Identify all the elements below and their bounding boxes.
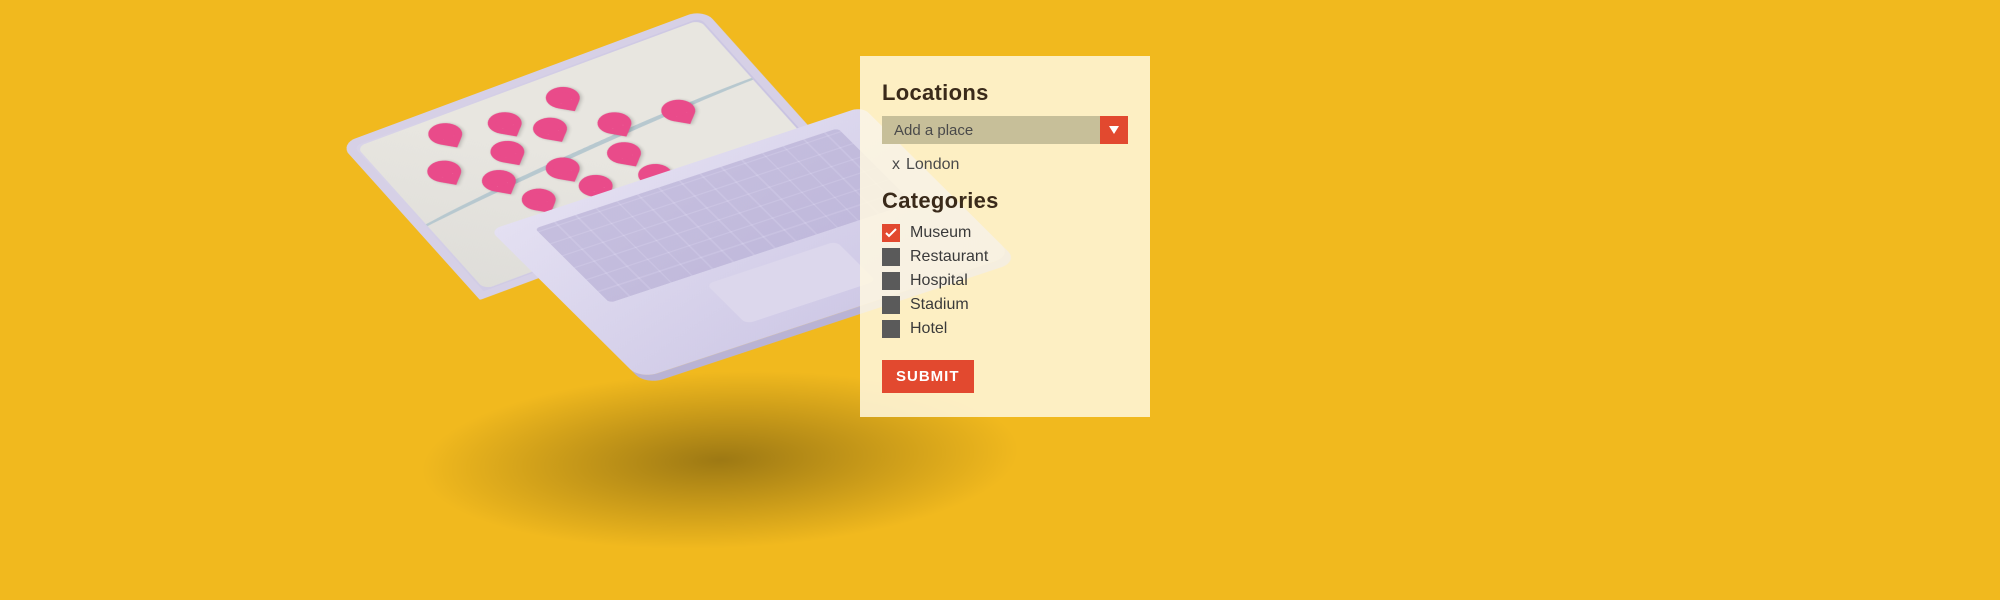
locations-heading: Locations bbox=[882, 80, 1128, 106]
map-pin-icon bbox=[542, 84, 584, 111]
checkbox-checked-icon[interactable] bbox=[882, 224, 900, 242]
checkbox-unchecked-icon[interactable] bbox=[882, 296, 900, 314]
category-label: Hotel bbox=[910, 320, 947, 338]
submit-button[interactable]: SUBMIT bbox=[882, 360, 974, 393]
map-pin-icon bbox=[484, 110, 526, 137]
map-pin-icon bbox=[424, 121, 466, 148]
map-pin-icon bbox=[423, 158, 465, 185]
checkbox-unchecked-icon[interactable] bbox=[882, 320, 900, 338]
category-item-stadium[interactable]: Stadium bbox=[882, 296, 1128, 314]
dropdown-arrow-icon[interactable] bbox=[1100, 116, 1128, 144]
map-pin-icon bbox=[487, 138, 529, 165]
checkbox-unchecked-icon[interactable] bbox=[882, 248, 900, 266]
category-label: Stadium bbox=[910, 296, 969, 314]
selected-place-chip: x London bbox=[882, 152, 1128, 188]
category-item-museum[interactable]: Museum bbox=[882, 224, 1128, 242]
map-pin-icon bbox=[529, 115, 571, 142]
category-label: Hospital bbox=[910, 272, 968, 290]
category-label: Restaurant bbox=[910, 248, 988, 266]
categories-list: Museum Restaurant Hospital Stadium Hotel bbox=[882, 224, 1128, 338]
filter-panel: Locations Add a place x London Categorie… bbox=[860, 56, 1150, 417]
category-item-restaurant[interactable]: Restaurant bbox=[882, 248, 1128, 266]
category-item-hotel[interactable]: Hotel bbox=[882, 320, 1128, 338]
category-item-hospital[interactable]: Hospital bbox=[882, 272, 1128, 290]
category-label: Museum bbox=[910, 224, 971, 242]
add-place-field[interactable]: Add a place bbox=[882, 116, 1100, 144]
checkbox-unchecked-icon[interactable] bbox=[882, 272, 900, 290]
add-place-dropdown[interactable]: Add a place bbox=[882, 116, 1128, 144]
remove-place-icon[interactable]: x bbox=[892, 156, 900, 174]
selected-place-label: London bbox=[906, 156, 959, 174]
categories-heading: Categories bbox=[882, 188, 1128, 214]
